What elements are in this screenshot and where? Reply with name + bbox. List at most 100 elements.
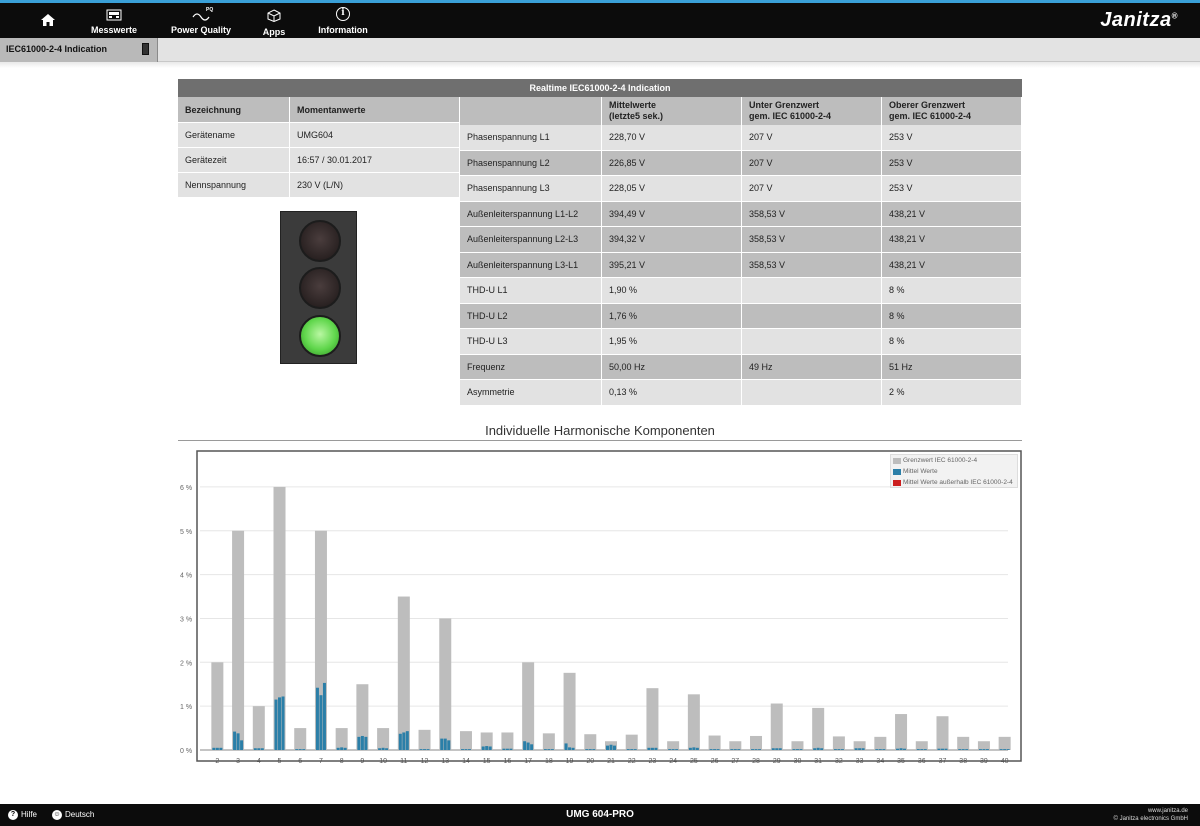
mean-value-bar bbox=[671, 749, 675, 750]
nav-information[interactable]: i Information bbox=[314, 7, 372, 35]
y-tick-label: 5 % bbox=[180, 529, 192, 536]
row-value: 228,05 V bbox=[602, 176, 742, 202]
limit-bar bbox=[812, 707, 825, 750]
mean-value-bar bbox=[547, 749, 551, 750]
x-tick-label: 32 bbox=[835, 758, 843, 765]
pq-badge: PQ bbox=[206, 7, 214, 13]
x-tick-label: 7 bbox=[319, 758, 323, 765]
limit-bar bbox=[232, 530, 245, 750]
x-tick-label: 15 bbox=[483, 758, 491, 765]
mean-value-bar bbox=[695, 747, 699, 750]
mean-value-bar bbox=[833, 749, 837, 750]
header-line: gem. IEC 61000-2-4 bbox=[889, 111, 972, 121]
row-label: THD-U L3 bbox=[460, 329, 602, 355]
table-row: Asymmetrie 0,13 % 2 % bbox=[460, 380, 1022, 406]
limit-bar bbox=[542, 733, 555, 750]
mean-value-bar bbox=[923, 749, 927, 750]
y-tick-label: 6 % bbox=[180, 485, 192, 492]
table-row: Außenleiterspannung L1-L2 394,49 V 358,53 … bbox=[460, 201, 1022, 227]
row-value: 230 V (L/N) bbox=[290, 173, 459, 198]
table-row: Nennspannung 230 V (L/N) bbox=[178, 173, 459, 198]
x-tick-label: 14 bbox=[462, 758, 470, 765]
mean-value-bar bbox=[298, 749, 302, 750]
traffic-light bbox=[280, 211, 357, 364]
mean-value-bar bbox=[281, 696, 285, 750]
mean-value-bar bbox=[713, 749, 717, 750]
mean-value-bar bbox=[236, 733, 240, 750]
legend-swatch bbox=[893, 458, 901, 464]
nav-label: Apps bbox=[262, 27, 286, 37]
mean-value-bar bbox=[568, 747, 572, 750]
row-value: 226,85 V bbox=[602, 150, 742, 176]
top-navigation-bar: Messwerte PQ Power Quality Apps i Inform… bbox=[0, 0, 1200, 38]
row-value: 207 V bbox=[742, 125, 882, 151]
mean-value-bar bbox=[626, 749, 630, 750]
table-row: Gerätename UMG604 bbox=[178, 123, 459, 148]
row-value: 394,49 V bbox=[602, 201, 742, 227]
column-header: Oberer Grenzwert gem. IEC 61000-2-4 bbox=[882, 97, 1022, 125]
mean-value-bar bbox=[840, 749, 844, 750]
mean-value-bar bbox=[754, 749, 758, 750]
mean-value-bar bbox=[878, 749, 882, 750]
janitza-logo: Janitza® bbox=[1100, 9, 1178, 32]
x-tick-label: 18 bbox=[545, 758, 553, 765]
limit-bar bbox=[439, 618, 452, 750]
table-row: THD-U L2 1,76 % 8 % bbox=[460, 303, 1022, 329]
nav-messwerte[interactable]: Messwerte bbox=[86, 7, 142, 35]
limit-bar bbox=[957, 736, 970, 750]
mean-value-bar bbox=[364, 736, 368, 750]
limit-bar bbox=[418, 729, 431, 750]
mean-value-bar bbox=[775, 748, 779, 750]
mean-value-bar bbox=[858, 748, 862, 750]
mean-value-bar bbox=[816, 747, 820, 750]
mean-value-bar bbox=[564, 743, 568, 750]
limit-bar bbox=[252, 706, 265, 750]
mean-value-bar bbox=[882, 749, 886, 750]
mean-value-bar bbox=[398, 733, 402, 750]
mean-value-bar bbox=[647, 747, 651, 750]
limit-bar bbox=[584, 734, 597, 750]
mean-value-bar bbox=[343, 747, 347, 750]
row-value: UMG604 bbox=[290, 123, 459, 148]
limit-bar bbox=[294, 728, 307, 750]
row-label: Außenleiterspannung L3-L1 bbox=[460, 252, 602, 278]
mean-value-bar bbox=[978, 749, 982, 750]
header-line: Unter Grenzwert bbox=[749, 100, 820, 110]
home-icon bbox=[41, 14, 55, 26]
table-row: THD-U L1 1,90 % 8 % bbox=[460, 278, 1022, 304]
mean-value-bar bbox=[875, 749, 879, 750]
mean-value-bar bbox=[771, 748, 775, 750]
x-tick-label: 36 bbox=[918, 758, 926, 765]
tab-iec61000-indication[interactable]: IEC61000-2-4 Indication bbox=[0, 38, 158, 62]
mean-value-bar bbox=[692, 747, 696, 750]
row-value: 1,90 % bbox=[602, 278, 742, 304]
nav-apps[interactable]: Apps bbox=[260, 7, 288, 37]
table-row: THD-U L3 1,95 % 8 % bbox=[460, 329, 1022, 355]
column-header: Bezeichnung bbox=[178, 97, 290, 123]
nav-power-quality[interactable]: PQ Power Quality bbox=[168, 7, 234, 35]
mean-value-bar bbox=[737, 749, 741, 750]
mean-value-bar bbox=[378, 748, 382, 750]
mean-value-bar bbox=[820, 748, 824, 750]
red-lamp bbox=[299, 220, 341, 262]
x-tick-label: 33 bbox=[856, 758, 864, 765]
device-name: UMG 604-PRO bbox=[566, 809, 634, 820]
column-header bbox=[460, 97, 602, 125]
mean-value-bar bbox=[467, 749, 471, 750]
mean-value-bar bbox=[733, 749, 737, 750]
mean-value-bar bbox=[965, 749, 969, 750]
home-button[interactable] bbox=[40, 11, 56, 27]
limit-bar bbox=[791, 741, 804, 750]
x-tick-label: 10 bbox=[379, 758, 387, 765]
row-label: Phasenspannung L3 bbox=[460, 176, 602, 202]
row-label: Nennspannung bbox=[178, 173, 290, 198]
y-tick-label: 3 % bbox=[180, 616, 192, 623]
x-tick-label: 12 bbox=[421, 758, 429, 765]
limit-bar bbox=[459, 731, 472, 750]
mean-value-bar bbox=[899, 748, 903, 750]
mean-value-bar bbox=[961, 749, 965, 750]
mean-value-bar bbox=[633, 749, 637, 750]
x-tick-label: 37 bbox=[939, 758, 947, 765]
mean-value-bar bbox=[381, 747, 385, 750]
limit-bar bbox=[625, 734, 638, 750]
